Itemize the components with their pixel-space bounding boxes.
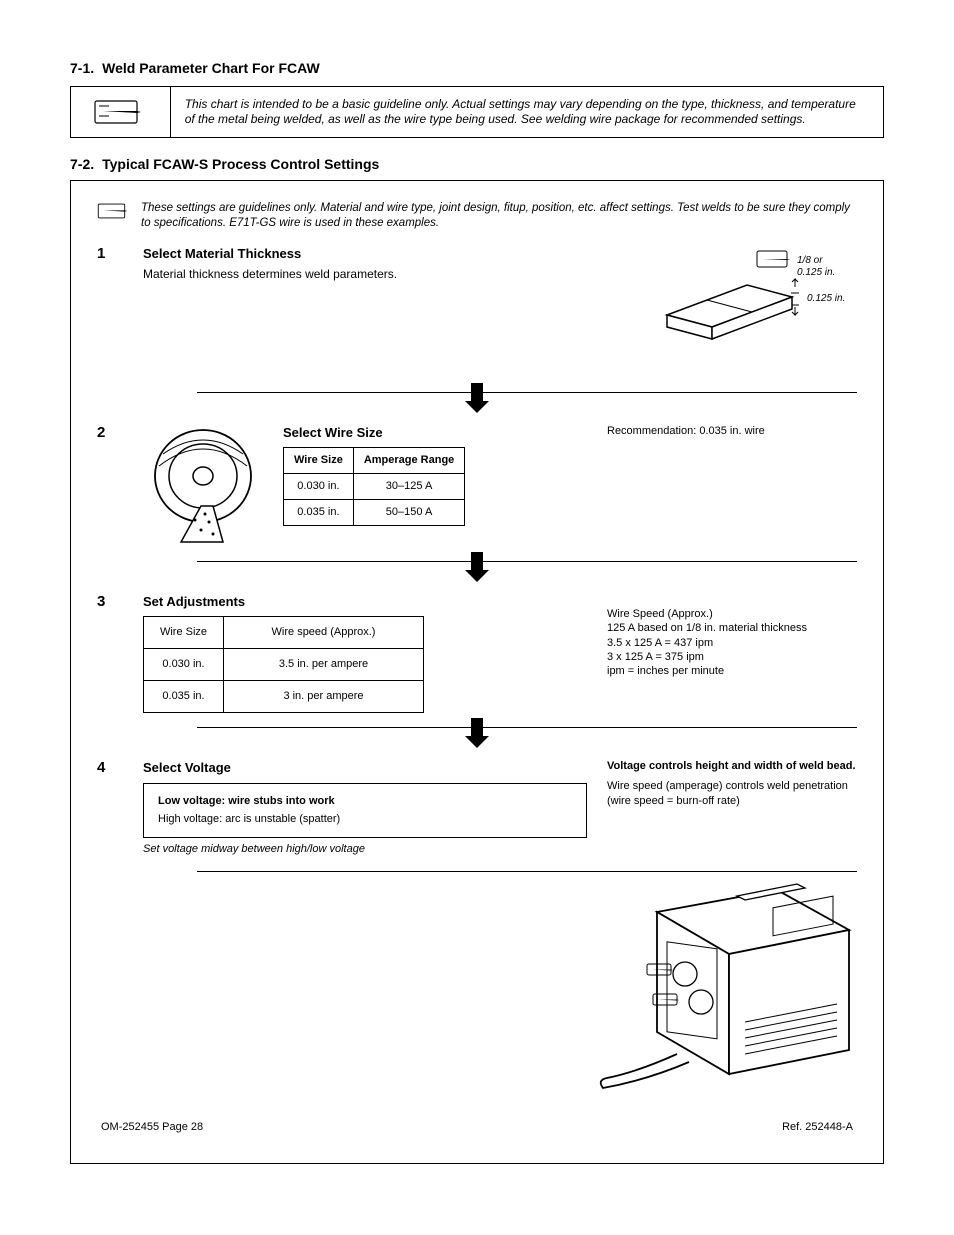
down-arrow-3 (97, 716, 857, 753)
step-1-heading: Select Material Thickness (143, 245, 627, 263)
pointing-finger-icon (97, 201, 131, 221)
step-3-sidebar: Wire Speed (Approx.) 125 A based on 1/8 … (607, 593, 857, 679)
note-text: This chart is intended to be a basic gui… (171, 87, 883, 137)
wire-r1c1: 0.030 in. (284, 474, 354, 500)
step-2-heading: Select Wire Size (283, 424, 587, 442)
wire-r1c2: 30–125 A (353, 474, 464, 500)
wire-r2c2: 50–150 A (353, 500, 464, 526)
wire-hdr-amp: Amperage Range (353, 448, 464, 474)
wire-hdr-size: Wire Size (284, 448, 354, 474)
finger-icon-cell (71, 87, 171, 137)
welder-illustration-row (97, 882, 857, 1095)
wire-size-table: Wire Size Amperage Range 0.030 in. 30–12… (283, 447, 465, 526)
ft-r1c2: 3.5 in. per ampere (224, 649, 424, 681)
step4-side-title: Voltage controls height and width of wel… (607, 759, 857, 773)
step-3-sidebar-text: Wire Speed (Approx.) 125 A based on 1/8 … (607, 608, 807, 677)
welder-illustration (597, 882, 857, 1095)
step-1-body: Material thickness determines weld param… (143, 266, 627, 282)
section-title-7-2: Typical FCAW-S Process Control Settings (102, 156, 379, 172)
down-arrow-icon (462, 550, 492, 584)
intro-note-row: These settings are guidelines only. Mate… (97, 201, 857, 231)
step-4-num: 4 (97, 759, 125, 776)
step-3-heading: Set Adjustments (143, 593, 587, 611)
ft-r2c1: 0.035 in. (144, 681, 224, 713)
step-3-row: 3 Set Adjustments Wire Size Wire speed (… (97, 593, 857, 713)
step-2-num: 2 (97, 424, 125, 441)
step-3-num: 3 (97, 593, 125, 610)
pointing-finger-icon (93, 97, 147, 127)
step4-side-body: Wire speed (amperage) controls weld pene… (607, 779, 857, 808)
ft-hdr-speed: Wire speed (Approx.) (224, 617, 424, 649)
step-1-row: 1 Select Material Thickness Material thi… (97, 245, 857, 378)
step-4-sidebar: Voltage controls height and width of wel… (607, 759, 857, 808)
svg-text:0.125 in.: 0.125 in. (807, 293, 845, 304)
step-2-note: Recommendation: 0.035 in. wire (607, 425, 765, 437)
ft-hdr-wire: Wire Size (144, 617, 224, 649)
section-7-1-title-row: 7-1. Weld Parameter Chart For FCAW (70, 60, 884, 76)
section-num-7-2: 7-2. (70, 156, 94, 172)
svg-text:0.125 in.: 0.125 in. (797, 267, 835, 278)
step-4-row: 4 Select Voltage Low voltage: wire stubs… (97, 759, 857, 857)
wire-spool-illustration (143, 424, 263, 547)
step-2-row: 2 Select Wire Size Wire Size (97, 424, 857, 547)
voltage-sub: Set voltage midway between high/low volt… (143, 842, 587, 857)
down-arrow-1 (97, 381, 857, 418)
voltage-box: Low voltage: wire stubs into work High v… (143, 783, 587, 839)
footer-left: OM-252455 Page 28 (101, 1121, 203, 1133)
section-num-7-1: 7-1. (70, 60, 94, 76)
ft-r1c1: 0.030 in. (144, 649, 224, 681)
note-box: This chart is intended to be a basic gui… (70, 86, 884, 138)
voltage-low: Low voltage: wire stubs into work (158, 794, 572, 809)
voltage-high: High voltage: arc is unstable (spatter) (158, 812, 572, 827)
down-arrow-icon (462, 716, 492, 750)
intro-note-text: These settings are guidelines only. Mate… (141, 201, 857, 231)
formula-table: Wire Size Wire speed (Approx.) 0.030 in.… (143, 616, 424, 713)
ft-r2c2: 3 in. per ampere (224, 681, 424, 713)
section-title-7-1: Weld Parameter Chart For FCAW (102, 60, 320, 76)
main-content-box: These settings are guidelines only. Mate… (70, 180, 884, 1164)
material-plate-illustration: 1/8 or 0.125 in. 0.125 in. (647, 245, 857, 378)
wire-r2c1: 0.035 in. (284, 500, 354, 526)
svg-text:1/8 or: 1/8 or (797, 255, 823, 266)
step-2-sidebar: Recommendation: 0.035 in. wire (607, 424, 857, 438)
footer-row: OM-252455 Page 28 Ref. 252448-A (97, 1121, 857, 1133)
separator-4 (197, 871, 857, 872)
down-arrow-2 (97, 550, 857, 587)
down-arrow-icon (462, 381, 492, 415)
step-4-heading: Select Voltage (143, 759, 587, 777)
section-7-2-title-row: 7-2. Typical FCAW-S Process Control Sett… (70, 156, 884, 172)
step-1-num: 1 (97, 245, 125, 262)
footer-right: Ref. 252448-A (782, 1121, 853, 1133)
